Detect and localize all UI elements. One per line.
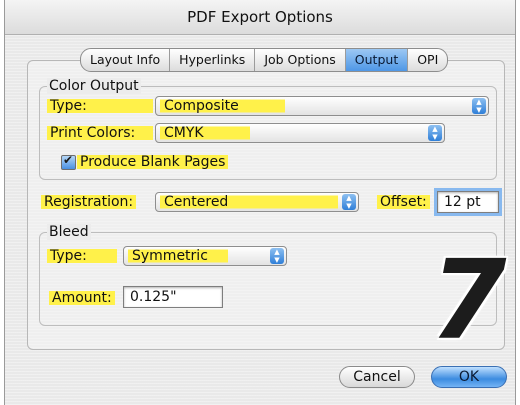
tab-opi[interactable]: OPI	[408, 49, 447, 71]
step-number-overlay: 7	[430, 236, 507, 364]
registration-value: Centered	[160, 193, 339, 211]
blank-pages-checkbox[interactable]: ✔	[61, 153, 76, 170]
offset-label: Offset:	[377, 192, 430, 212]
color-type-value: Composite	[160, 97, 285, 115]
offset-value: 12 pt	[444, 194, 481, 210]
color-type-label: Type:	[47, 96, 153, 116]
tab-output[interactable]: Output	[345, 49, 409, 71]
print-colors-label: Print Colors:	[47, 123, 153, 143]
popup-arrows-icon: ▲ ▼	[472, 98, 486, 114]
bleed-legend: Bleed	[47, 224, 91, 240]
amount-field[interactable]: 0.125"	[123, 286, 223, 308]
checkmark-icon: ✔	[63, 153, 74, 167]
cancel-button[interactable]: Cancel	[339, 366, 415, 388]
blank-pages-label: Produce Blank Pages	[77, 152, 229, 172]
color-type-popup[interactable]: Composite ▲ ▼	[155, 96, 489, 116]
color-output-legend: Color Output	[47, 78, 141, 94]
popup-arrows-icon: ▲ ▼	[342, 194, 356, 210]
popup-arrows-icon: ▲ ▼	[428, 125, 442, 141]
bleed-type-popup[interactable]: Symmetric ▲ ▼	[123, 246, 287, 266]
amount-value: 0.125"	[130, 289, 177, 305]
amount-label: Amount:	[49, 288, 115, 308]
ok-button[interactable]: OK	[431, 366, 507, 388]
pdf-export-dialog: PDF Export Options Layout Info Hyperlink…	[4, 0, 516, 405]
popup-arrows-icon: ▲ ▼	[270, 248, 284, 264]
print-colors-value: CMYK	[160, 124, 250, 142]
tab-hyperlinks[interactable]: Hyperlinks	[170, 49, 256, 71]
tab-job-options[interactable]: Job Options	[255, 49, 346, 71]
offset-field[interactable]: 12 pt	[434, 188, 502, 216]
tab-bar: Layout Info Hyperlinks Job Options Outpu…	[80, 48, 449, 72]
dialog-title: PDF Export Options	[5, 0, 515, 35]
bleed-type-value: Symmetric	[128, 247, 228, 265]
registration-popup[interactable]: Centered ▲ ▼	[155, 192, 359, 212]
registration-label: Registration:	[41, 192, 137, 212]
tab-layout-info[interactable]: Layout Info	[81, 49, 171, 71]
bleed-type-label: Type:	[47, 246, 117, 266]
print-colors-popup[interactable]: CMYK ▲ ▼	[155, 123, 445, 143]
